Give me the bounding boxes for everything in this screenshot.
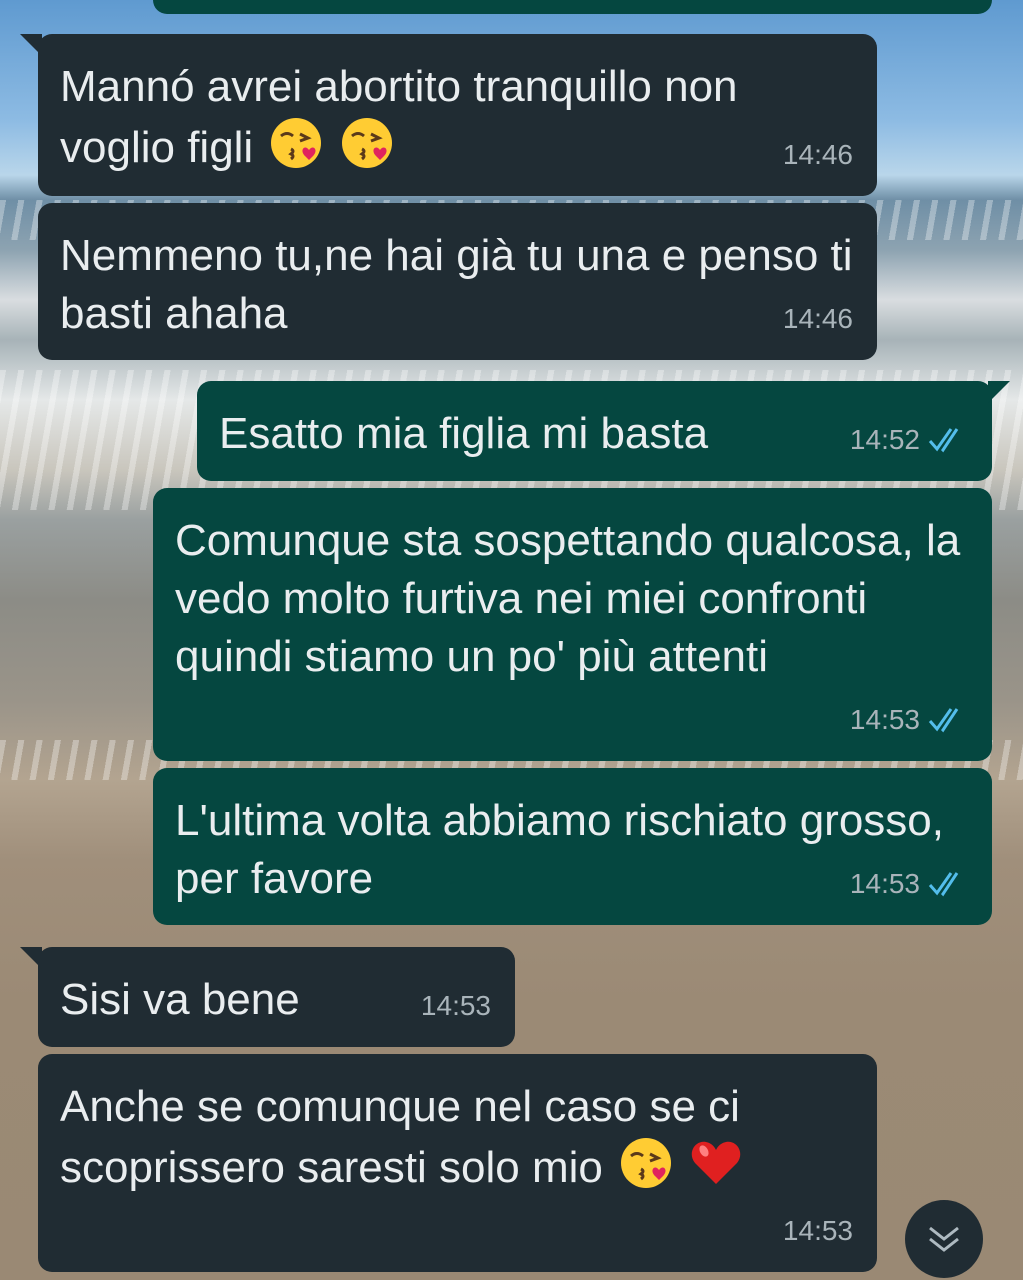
kiss-face-emoji [253,118,335,172]
message-time: 14:53 [849,868,920,899]
kiss-face-emoji [336,118,394,172]
message-time: 14:52 [849,424,920,455]
message-time: 14:53 [782,1215,853,1246]
chevron-down-double-icon [929,1226,959,1252]
message-time: 14:46 [782,303,853,334]
message-text: Nemmeno tu,ne hai già tu una e penso ti … [60,231,853,338]
message-time: 14:46 [782,139,853,170]
message-meta: 14:53 [850,855,968,913]
message-meta: 14:53 [783,1202,853,1260]
message-meta: 14:46 [783,126,853,184]
message-meta: 14:53 [850,691,968,749]
message-bubble-incoming[interactable]: Mannó avrei abortito tranquillo non vogl… [20,34,877,196]
message-text: Sisi va bene [60,975,300,1024]
message-meta: 14:53 [421,977,491,1035]
red-heart-emoji [685,1141,743,1192]
message-bubble-incoming[interactable]: Nemmeno tu,ne hai già tu una e penso ti … [38,203,877,360]
message-bubble-incoming[interactable]: Sisi va bene 14:53 [20,947,515,1047]
message-bubble-outgoing-partial[interactable] [153,0,992,14]
message-text: Comunque sta sospettando qualcosa, la ve… [175,516,961,681]
message-text: L'ultima volta abbiamo rischiato grosso,… [175,796,944,903]
message-bubble-incoming[interactable]: Anche se comunque nel caso se ci scopris… [38,1054,877,1272]
double-check-icon [928,872,959,897]
message-time: 14:53 [420,990,491,1021]
double-check-icon [928,708,959,733]
message-meta: 14:46 [783,290,853,348]
message-meta: 14:52 [850,411,968,469]
message-bubble-outgoing[interactable]: Esatto mia figlia mi basta 14:52 [197,381,1010,481]
message-bubble-outgoing[interactable]: L'ultima volta abbiamo rischiato grosso,… [153,768,992,925]
message-time: 14:53 [849,704,920,735]
scroll-to-bottom-button[interactable] [905,1200,983,1278]
message-text: Esatto mia figlia mi basta [219,409,709,458]
message-bubble-outgoing[interactable]: Comunque sta sospettando qualcosa, la ve… [153,488,992,761]
kiss-face-emoji [603,1138,685,1192]
double-check-icon [928,428,959,453]
message-text: Mannó avrei abortito tranquillo non vogl… [60,62,738,172]
